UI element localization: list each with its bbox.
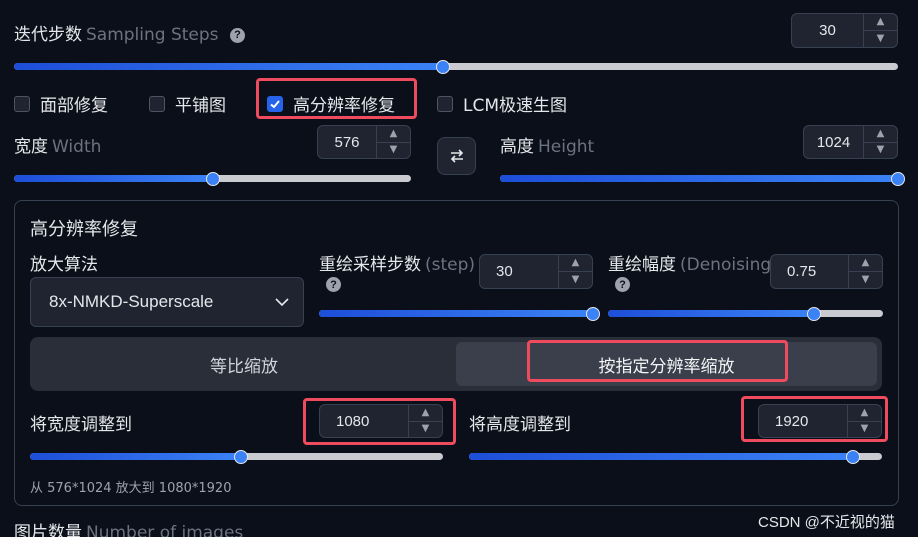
width-label-en: Width [52,137,102,157]
target-height-value[interactable]: 1920 [759,405,847,437]
increment-icon[interactable]: ▲ [864,126,897,142]
decrement-icon[interactable]: ▼ [864,30,897,47]
hires-steps-slider[interactable] [319,306,600,321]
denoising-label-en: (Denoising) [680,255,778,275]
height-label-en: Height [538,137,595,157]
upscaler-value: 8x-NMKD-Superscale [49,292,214,311]
increment-icon[interactable]: ▲ [559,255,592,271]
sampling-steps-value[interactable]: 30 [792,14,863,47]
chevron-down-icon [275,298,289,306]
checkbox-icon[interactable] [437,95,453,112]
denoising-label: 重绘幅度 (Denoising) [608,250,778,275]
checkbox-label: 高分辨率修复 [293,96,395,116]
hires-panel-title: 高分辨率修复 [30,219,138,240]
target-height-input[interactable]: 1920 ▲ ▼ [758,404,882,438]
target-height-slider[interactable] [469,449,882,464]
increment-icon[interactable]: ▲ [848,405,881,421]
increment-icon[interactable]: ▲ [864,14,897,30]
checkbox-icon[interactable] [14,95,30,112]
hires-steps-input[interactable]: 30 ▲ ▼ [479,254,593,289]
increment-icon[interactable]: ▲ [409,405,442,421]
help-icon[interactable]: ? [615,277,630,292]
increment-icon[interactable]: ▲ [377,126,410,142]
increment-icon[interactable]: ▲ [849,255,882,271]
sampling-steps-label: 迭代步数 Sampling Steps ? [14,20,245,45]
hires-steps-label-zh: 重绘采样步数 [319,255,421,275]
height-label: 高度 Height [500,132,594,157]
slider-fill [14,175,213,182]
highlight-box [527,340,788,382]
denoising-slider[interactable] [608,306,883,321]
tab-ratio-scale[interactable]: 等比缩放 [35,342,453,386]
slider-fill [500,175,898,182]
sampling-steps-input[interactable]: 30 ▲ ▼ [791,13,898,48]
checkbox-tiling[interactable]: 平铺图 [149,91,226,116]
slider-fill [608,310,815,317]
width-value[interactable]: 576 [318,126,376,158]
slider-fill [319,310,593,317]
upscaler-select[interactable]: 8x-NMKD-Superscale [30,277,304,327]
target-width-slider[interactable] [30,449,443,464]
help-icon[interactable]: ? [326,277,341,292]
checkbox-label: 平铺图 [175,96,226,116]
sampling-steps-label-zh: 迭代步数 [14,25,82,45]
denoising-input[interactable]: 0.75 ▲ ▼ [770,254,883,289]
images-count-label-en: Number of images [86,523,244,537]
width-label: 宽度 Width [14,132,101,157]
slider-handle[interactable] [586,306,600,321]
checkbox-label: LCM极速生图 [463,96,568,116]
height-slider[interactable] [500,171,905,186]
width-label-zh: 宽度 [14,137,48,157]
images-count-label-zh: 图片数量 [14,523,82,537]
slider-fill [469,453,854,460]
resize-summary: 从 576*1024 放大到 1080*1920 [30,481,232,496]
hires-steps-label-en: (step) [425,255,476,275]
decrement-icon[interactable]: ▼ [849,271,882,288]
slider-handle[interactable] [891,171,905,186]
checkbox-face-restore[interactable]: 面部修复 [14,91,108,116]
height-value[interactable]: 1024 [804,126,863,158]
target-width-value[interactable]: 1080 [320,405,408,437]
hires-steps-value[interactable]: 30 [480,255,558,288]
height-input[interactable]: 1024 ▲ ▼ [803,125,898,159]
target-height-label: 将高度调整到 [469,415,571,435]
help-icon[interactable]: ? [229,27,245,43]
checkmark-icon[interactable] [267,95,283,112]
decrement-icon[interactable]: ▼ [848,420,881,438]
checkbox-lcm[interactable]: LCM极速生图 [437,91,567,116]
decrement-icon[interactable]: ▼ [864,141,897,159]
width-slider[interactable] [14,171,411,186]
denoising-value[interactable]: 0.75 [771,255,848,288]
slider-handle[interactable] [233,449,248,464]
width-input[interactable]: 576 ▲ ▼ [317,125,411,159]
slider-handle[interactable] [435,59,450,74]
swap-button[interactable] [437,137,476,175]
decrement-icon[interactable]: ▼ [559,271,592,288]
target-width-input[interactable]: 1080 ▲ ▼ [319,404,443,438]
denoising-label-zh: 重绘幅度 [608,255,676,275]
checkbox-icon[interactable] [149,95,165,112]
target-width-label: 将宽度调整到 [30,415,132,435]
checkbox-label: 面部修复 [40,96,108,116]
slider-handle[interactable] [205,171,220,186]
swap-icon [450,149,463,163]
slider-fill [14,63,443,70]
upscaler-label: 放大算法 [30,255,98,275]
slider-fill [30,453,241,460]
height-label-zh: 高度 [500,137,534,157]
sampling-steps-slider[interactable] [14,59,898,74]
decrement-icon[interactable]: ▼ [409,420,442,438]
slider-handle[interactable] [807,306,822,321]
decrement-icon[interactable]: ▼ [377,141,410,159]
checkbox-hires-fix[interactable]: 高分辨率修复 [267,91,395,116]
sampling-steps-label-en: Sampling Steps [86,25,219,45]
hires-steps-label: 重绘采样步数 (step) [319,250,475,275]
slider-handle[interactable] [846,449,861,464]
images-count-label: 图片数量 Number of images [14,518,243,537]
watermark: CSDN @不近视的猫 [758,514,895,531]
